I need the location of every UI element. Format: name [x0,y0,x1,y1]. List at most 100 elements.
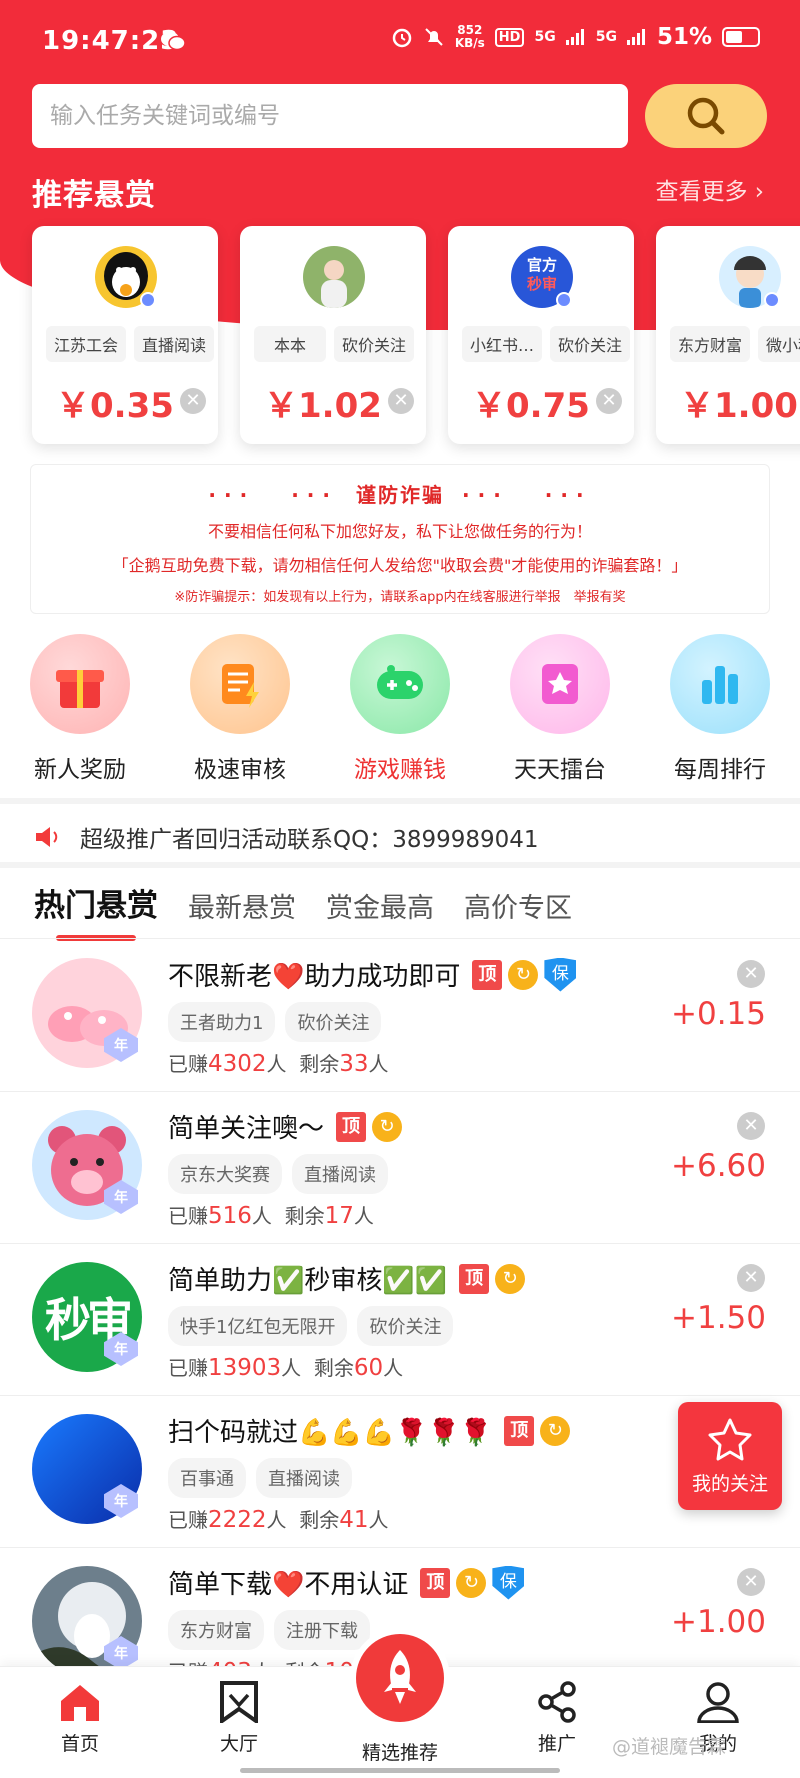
earned-count: 13903 [208,1355,282,1381]
warning-line: ※防诈骗提示：如发现有以上行为，请联系app内在线客服进行举报 举报有奖 [174,590,626,605]
mute-bell-icon [425,28,443,46]
card-tags: 江苏工会 直播阅读 [46,326,215,362]
card-price: ￥1.00 [680,386,798,426]
task-row[interactable]: 年 简单关注噢～ 顶 ↻ 京东大奖赛 直播阅读 已赚516人 剩余17人 ✕ +… [0,1092,800,1244]
task-amount: +1.00 [671,1604,766,1640]
task-stats: 已赚13903人 剩余60人 [168,1352,403,1381]
nav-hall[interactable]: 大厅 [184,1681,294,1756]
repeat-icon: ↻ [495,1263,526,1294]
task-title-row: 简单助力✅秒审核✅✅ 顶 ↻ [168,1260,526,1297]
task-row[interactable]: 秒审 年 简单助力✅秒审核✅✅ 顶 ↻ 快手1亿红包无限开 砍价关注 已赚139… [0,1244,800,1396]
battery-icon [722,27,760,47]
battery-fill [726,31,742,43]
earned-count: 4302 [208,1051,267,1077]
task-title: 简单下载❤️不用认证 [168,1570,409,1600]
tab-highest-reward[interactable]: 赏金最高 [326,886,434,925]
search-box[interactable] [32,84,628,148]
card-dismiss-icon[interactable]: ✕ [596,388,622,414]
func-fast-review[interactable]: 极速审核 [160,634,320,784]
function-entries: 新人奖励 极速审核 游戏赚钱 天天擂台 每周排行 [0,634,800,784]
card-price: ￥1.02 [264,386,382,426]
share-icon [538,1681,576,1723]
stat-label: 已赚 [168,1052,208,1076]
task-dismiss-icon[interactable]: ✕ [737,1568,765,1596]
task-dismiss-icon[interactable]: ✕ [737,1112,765,1140]
tab-underline-divider [0,938,800,939]
stat-unit: 人 [368,1052,389,1076]
stat-label: 已赚 [168,1508,208,1532]
task-tag: 直播阅读 [256,1458,352,1498]
notice-bar[interactable]: 超级推广者回归活动联系QQ：3899989041 [0,806,800,868]
gift-icon [30,634,130,734]
repeat-icon: ↻ [508,959,539,990]
task-title-row: 简单下载❤️不用认证 顶 ↻ 保 [168,1564,525,1601]
signal-bars-icon [565,29,584,45]
my-follow-button[interactable]: 我的关注 [678,1402,782,1510]
func-label: 极速审核 [194,757,286,783]
task-title-row: 扫个码就过💪💪💪🌹🌹🌹 顶 ↻ [168,1412,571,1449]
nav-home[interactable]: 首页 [25,1681,135,1756]
left-count: 41 [339,1507,369,1533]
func-label: 游戏赚钱 [354,757,446,783]
home-icon [61,1685,99,1721]
warning-title: 谨防诈骗 [356,483,444,507]
recommend-card[interactable]: 东方财富 微小程序 ￥1.00 [656,226,800,444]
left-count: 60 [353,1355,384,1381]
task-tag: 王者助力1 [168,1002,276,1042]
card-price: ￥0.75 [472,386,590,426]
recommend-card[interactable]: 江苏工会 直播阅读 ￥0.35 ✕ [32,226,218,444]
card-dismiss-icon[interactable]: ✕ [388,388,414,414]
func-label: 每周排行 [674,757,766,783]
avatar-text: 官方 [526,256,557,274]
task-dismiss-icon[interactable]: ✕ [737,1264,765,1292]
card-tag: 砍价关注 [550,326,631,362]
search-button[interactable] [645,84,767,148]
func-game-earn[interactable]: 游戏赚钱 [320,634,480,784]
func-daily-arena[interactable]: 天天擂台 [480,634,640,784]
net-speed: 852 KB/s [455,24,485,50]
warning-dots: ··· [462,483,509,507]
repeat-icon: ↻ [540,1415,571,1446]
task-list: 年 不限新老❤️助力成功即可 顶 ↻ 保 王者助力1 砍价关注 已赚4302人 … [0,940,800,1700]
nav-featured-label: 精选推荐 [361,1742,438,1764]
stat-unit: 人 [281,1356,302,1380]
nav-label: 首页 [60,1733,99,1755]
guarantee-badge: 保 [492,1565,525,1600]
top-badge: 顶 [504,1415,535,1446]
photo-avatar-icon [303,246,365,308]
recommend-card[interactable]: 本本 砍价关注 ￥1.02 ✕ [240,226,426,444]
star-icon [708,1418,752,1460]
tab-hot[interactable]: 热门悬赏 [34,880,158,941]
card-price: ￥0.35 [56,386,174,426]
bar-chart-icon [670,634,770,734]
stat-unit: 人 [368,1508,389,1532]
search-input[interactable] [50,103,610,129]
gamepad-icon [350,634,450,734]
recommend-more-link[interactable]: 查看更多 › [655,172,764,206]
task-dismiss-icon[interactable]: ✕ [737,960,765,988]
nav-featured[interactable] [350,1628,450,1728]
card-dismiss-icon[interactable]: ✕ [180,388,206,414]
tab-latest[interactable]: 最新悬赏 [188,886,296,925]
task-tag: 砍价关注 [285,1002,382,1042]
task-title: 不限新老❤️助力成功即可 [168,962,461,992]
guarantee-badge: 保 [544,957,577,992]
stat-unit: 人 [383,1356,404,1380]
tab-high-price[interactable]: 高价专区 [464,886,572,925]
top-badge: 顶 [472,959,503,990]
card-tags: 小红书… 砍价关注 [462,326,631,362]
recommend-card[interactable]: 官方 秒审 小红书… 砍价关注 ￥0.75 ✕ [448,226,634,444]
task-row[interactable]: 年 不限新老❤️助力成功即可 顶 ↻ 保 王者助力1 砍价关注 已赚4302人 … [0,940,800,1092]
left-count: 17 [324,1203,354,1229]
signal-5g-1: 5G [534,29,556,45]
task-title: 简单关注噢～ [168,1114,325,1144]
speaker-icon [36,827,58,847]
task-amount: +6.60 [671,1148,766,1184]
task-amount: +1.50 [671,1300,766,1336]
nav-promote[interactable]: 推广 [502,1681,612,1756]
task-tags: 百事通 直播阅读 [168,1458,352,1498]
func-new-user-reward[interactable]: 新人奖励 [0,634,160,784]
task-stats: 已赚4302人 剩余33人 [168,1048,389,1077]
func-weekly-ranking[interactable]: 每周排行 [640,634,800,784]
earned-count: 516 [208,1203,252,1229]
